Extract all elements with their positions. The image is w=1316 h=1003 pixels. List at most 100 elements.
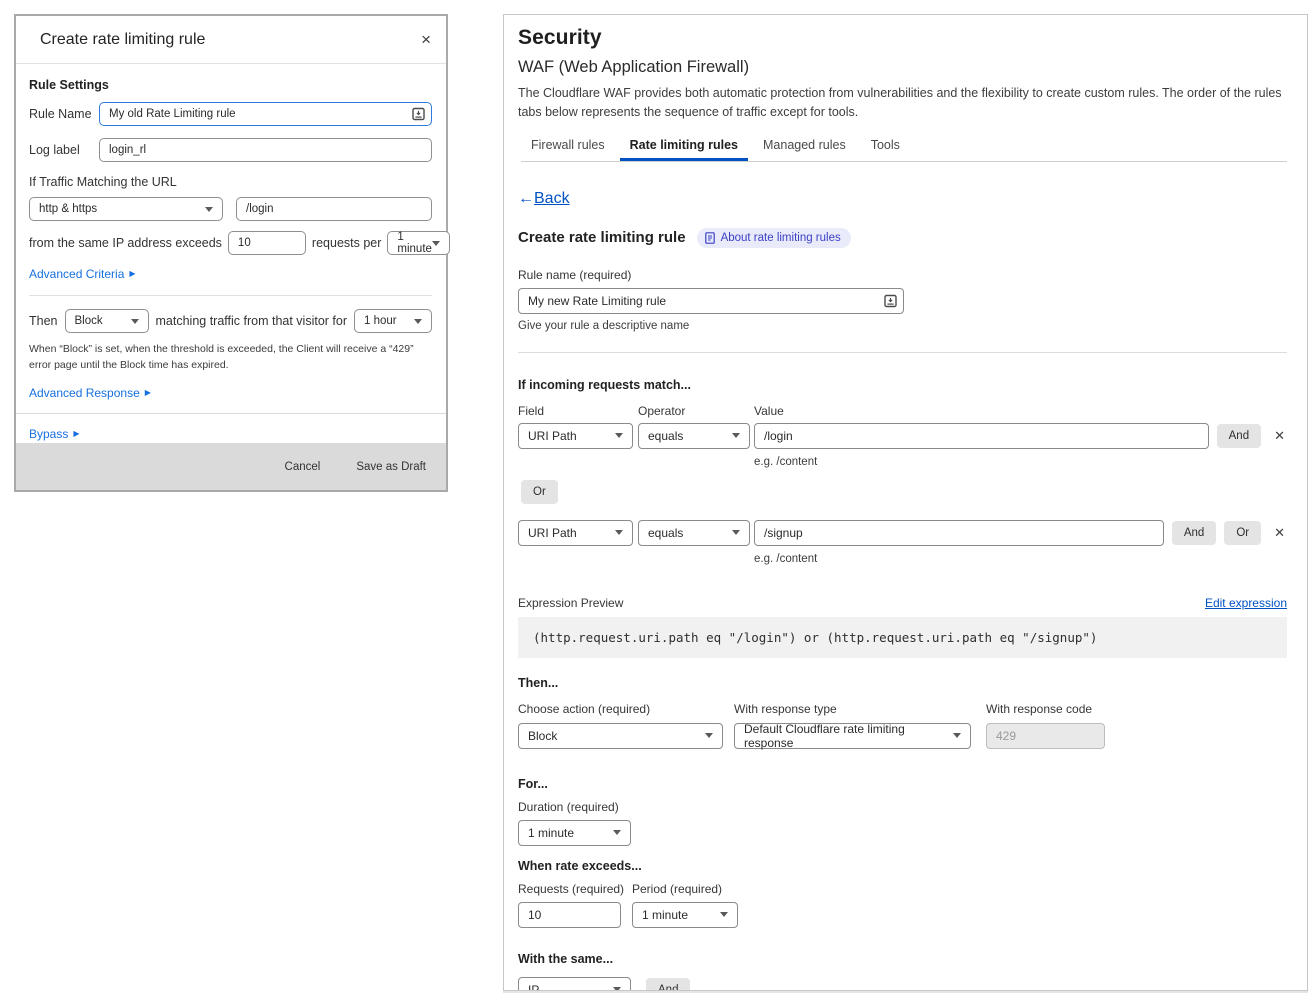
value-hint: e.g. /content: [754, 553, 1287, 565]
duration-value: 1 minute: [528, 826, 574, 840]
save-as-draft-button[interactable]: Save as Draft: [356, 461, 426, 473]
rule-name-input[interactable]: [99, 102, 432, 126]
response-type-select[interactable]: Default Cloudflare rate limiting respons…: [734, 723, 971, 749]
log-label-input[interactable]: [99, 138, 432, 162]
threshold-row: from the same IP address exceeds request…: [29, 231, 432, 255]
add-characteristic-and-button[interactable]: And: [646, 978, 690, 991]
tab-firewall-rules[interactable]: Firewall rules: [521, 138, 615, 161]
remove-row-icon[interactable]: ✕: [1274, 525, 1285, 541]
operator-select[interactable]: equals: [638, 520, 750, 546]
remove-row-icon[interactable]: ✕: [1274, 428, 1285, 444]
action-select-value: Block: [75, 315, 103, 327]
characteristic-select[interactable]: IP: [518, 977, 631, 991]
choose-action-label: Choose action (required): [518, 702, 723, 716]
autofill-icon: [412, 108, 425, 121]
action-select[interactable]: Block: [65, 309, 149, 333]
value-input[interactable]: [754, 520, 1164, 546]
disclosure-triangle-icon: ▶: [145, 389, 151, 397]
chevron-down-icon: [432, 241, 440, 246]
response-type-value: Default Cloudflare rate limiting respons…: [744, 722, 953, 750]
about-badge-label: About rate limiting rules: [721, 232, 841, 244]
value-input[interactable]: [754, 423, 1209, 449]
block-duration-select[interactable]: 1 hour: [354, 309, 432, 333]
autofill-icon: [884, 294, 897, 307]
threshold-period-select[interactable]: 1 minute: [387, 231, 450, 255]
security-waf-panel: Security WAF (Web Application Firewall) …: [503, 14, 1308, 991]
back-label: Back: [534, 190, 570, 207]
chevron-down-icon: [613, 830, 621, 835]
matching-traffic-label: matching traffic from that visitor for: [156, 314, 348, 328]
back-link[interactable]: ←Back: [518, 190, 570, 207]
cancel-button[interactable]: Cancel: [285, 461, 321, 473]
rule-name-field-wrap: [99, 102, 432, 126]
for-section-heading: For...: [518, 777, 1287, 791]
tab-rate-limiting-rules[interactable]: Rate limiting rules: [620, 138, 748, 161]
requests-per-label: requests per: [312, 236, 381, 250]
chevron-down-icon: [732, 530, 740, 535]
dialog-body: Rule Settings Rule Name Log label If Tra…: [16, 64, 446, 443]
choose-action-select[interactable]: Block: [518, 723, 723, 749]
match-row-1: URI Path equals And ✕: [518, 423, 1287, 449]
rule-name-input[interactable]: [518, 288, 904, 314]
threshold-input[interactable]: [228, 231, 306, 255]
tab-managed-rules[interactable]: Managed rules: [753, 138, 856, 161]
document-icon: [705, 232, 715, 244]
close-icon[interactable]: ×: [421, 31, 431, 48]
traffic-matching-heading: If Traffic Matching the URL: [29, 175, 432, 189]
edit-expression-link[interactable]: Edit expression: [1205, 596, 1287, 610]
tab-tools[interactable]: Tools: [861, 138, 910, 161]
operator-select[interactable]: equals: [638, 423, 750, 449]
rule-name-label: Rule Name: [29, 107, 99, 121]
divider: [16, 413, 446, 414]
field-select[interactable]: URI Path: [518, 520, 633, 546]
response-code-input: [986, 723, 1105, 749]
choose-action-value: Block: [528, 729, 557, 743]
field-select[interactable]: URI Path: [518, 423, 633, 449]
dialog-footer: Cancel Save as Draft: [16, 443, 446, 490]
duration-select[interactable]: 1 minute: [518, 820, 631, 846]
or-button[interactable]: Or: [1224, 521, 1261, 545]
url-input[interactable]: [236, 197, 432, 221]
chevron-down-icon: [131, 319, 139, 324]
disclosure-triangle-icon: ▶: [73, 430, 79, 438]
period-value: 1 minute: [642, 908, 688, 922]
chevron-down-icon: [705, 733, 713, 738]
field-select-value: URI Path: [528, 526, 577, 540]
response-type-label: With response type: [734, 702, 971, 716]
log-label-label: Log label: [29, 143, 99, 157]
create-rate-limiting-rule-dialog: Create rate limiting rule × Rule Setting…: [14, 14, 448, 492]
advanced-criteria-label: Advanced Criteria: [29, 267, 124, 281]
operator-select-value: equals: [648, 429, 683, 443]
then-label: Then: [29, 314, 58, 328]
period-select[interactable]: 1 minute: [632, 902, 738, 928]
advanced-response-link[interactable]: Advanced Response ▶: [29, 386, 151, 400]
waf-subtitle: WAF (Web Application Firewall): [518, 58, 1287, 77]
or-connector-button[interactable]: Or: [521, 480, 558, 504]
about-rate-limiting-badge[interactable]: About rate limiting rules: [697, 228, 851, 248]
divider: [29, 295, 432, 296]
and-button[interactable]: And: [1217, 424, 1261, 448]
rule-name-label: Rule name (required): [518, 268, 1287, 282]
chevron-down-icon: [615, 530, 623, 535]
log-label-row: Log label: [29, 138, 432, 162]
match-section-heading: If incoming requests match...: [518, 378, 1287, 392]
advanced-criteria-link[interactable]: Advanced Criteria ▶: [29, 267, 136, 281]
scheme-select-value: http & https: [39, 203, 97, 215]
bypass-link[interactable]: Bypass ▶: [29, 427, 80, 441]
chevron-down-icon: [205, 207, 213, 212]
requests-input[interactable]: [518, 902, 621, 928]
rate-section-heading: When rate exceeds...: [518, 859, 1287, 873]
duration-label: Duration (required): [518, 800, 1287, 814]
then-section-heading: Then...: [518, 676, 1287, 690]
threshold-period-value: 1 minute: [397, 231, 432, 255]
field-column-label: Field: [518, 404, 633, 418]
chevron-down-icon: [732, 433, 740, 438]
value-column-label: Value: [754, 404, 1287, 418]
scheme-select[interactable]: http & https: [29, 197, 223, 221]
same-section-heading: With the same...: [518, 952, 1287, 966]
back-arrow-icon: ←: [518, 190, 534, 207]
chevron-down-icon: [953, 733, 961, 738]
period-label: Period (required): [632, 882, 722, 896]
and-button[interactable]: And: [1172, 521, 1216, 545]
rule-settings-heading: Rule Settings: [29, 78, 432, 92]
